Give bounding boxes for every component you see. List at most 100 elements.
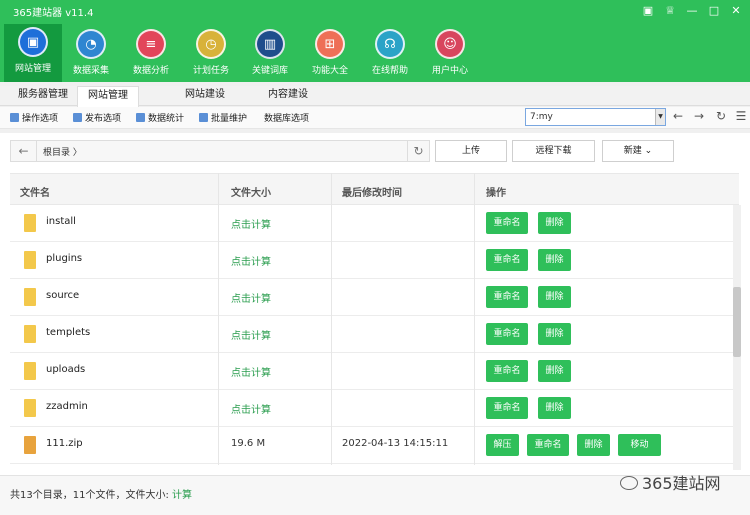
sub-database-options[interactable]: 数据库选项 <box>264 111 309 124</box>
rename-button[interactable]: 重命名 <box>486 249 528 271</box>
calculate-link[interactable]: 计算 <box>172 490 192 501</box>
toolbar-online-help[interactable]: ☊ 在线帮助 <box>361 26 419 80</box>
tab-content-build[interactable]: 内容建设 <box>258 86 318 106</box>
file-name[interactable]: source <box>46 290 79 301</box>
skin-icon[interactable]: ▣ <box>640 3 656 19</box>
toolbar-keyword-library[interactable]: ▥ 关键词库 <box>241 26 299 80</box>
toolbar-user-center[interactable]: ☺ 用户中心 <box>421 26 479 80</box>
maximize-icon[interactable]: □ <box>706 3 722 19</box>
toolbar-website-manage[interactable]: ▣ 网站管理 <box>4 24 62 82</box>
chevron-down-icon[interactable]: ▼ <box>655 109 665 125</box>
refresh-icon[interactable]: ↻ <box>713 108 729 124</box>
table-row[interactable]: install 点击计算 重命名 删除 <box>10 205 739 242</box>
file-size-calc[interactable]: 点击计算 <box>231 216 271 231</box>
sub-batch-maintain[interactable]: 批量维护 <box>199 111 247 124</box>
rename-button[interactable]: 重命名 <box>486 323 528 345</box>
move-button[interactable]: 移动 <box>618 434 661 456</box>
table-row[interactable]: uploads 点击计算 重命名 删除 <box>10 353 739 390</box>
tab-website-manage[interactable]: 网站管理 <box>77 86 139 107</box>
extract-button[interactable]: 解压 <box>486 434 519 456</box>
delete-button[interactable]: 删除 <box>538 286 571 308</box>
file-size: 19.6 M <box>231 438 266 449</box>
delete-button[interactable]: 删除 <box>538 397 571 419</box>
toolbar-all-features[interactable]: ⊞ 功能大全 <box>301 26 359 80</box>
table-row[interactable]: 111.zip 19.6 M 2022-04-13 14:15:11 解压 重命… <box>10 427 739 464</box>
file-size-calc[interactable]: 点击计算 <box>231 364 271 379</box>
delete-button[interactable]: 删除 <box>577 434 610 456</box>
toolbar-label: 计划任务 <box>192 66 229 76</box>
table-row[interactable]: source 点击计算 重命名 删除 <box>10 279 739 316</box>
rename-button[interactable]: 重命名 <box>527 434 569 456</box>
file-name[interactable]: install <box>46 216 76 227</box>
table-row[interactable]: plugins 点击计算 重命名 删除 <box>10 242 739 279</box>
stats-icon <box>136 113 145 122</box>
table-row[interactable]: zzadmin 点击计算 重命名 删除 <box>10 390 739 427</box>
menu-icon[interactable]: ☰ <box>733 108 749 124</box>
sub-data-stats[interactable]: 数据统计 <box>136 111 184 124</box>
toolbar-label: 数据采集 <box>72 66 109 76</box>
rename-button[interactable]: 重命名 <box>486 212 528 234</box>
sub-operation-options[interactable]: 操作选项 <box>10 111 58 124</box>
maintain-icon <box>199 113 208 122</box>
remote-download-button[interactable]: 远程下载 <box>512 140 595 162</box>
status-text: 共13个目录，11个文件，文件大小: 计算 <box>10 486 192 501</box>
rename-button[interactable]: 重命名 <box>486 397 528 419</box>
new-button[interactable]: 新建 ⌄ <box>602 140 674 162</box>
column-divider <box>474 173 475 465</box>
upload-button[interactable]: 上传 <box>435 140 507 162</box>
toolbar-label: 关键词库 <box>251 66 288 76</box>
delete-button[interactable]: 删除 <box>538 212 571 234</box>
database-icon: ≡ <box>136 29 166 59</box>
tab-server-manage[interactable]: 服务器管理 <box>8 86 78 106</box>
user-icon: ☺ <box>435 29 465 59</box>
close-icon[interactable]: ✕ <box>728 3 744 19</box>
path-back-icon[interactable]: ← <box>11 141 37 161</box>
file-size-calc[interactable]: 点击计算 <box>231 253 271 268</box>
toolbar-data-analysis[interactable]: ≡ 数据分析 <box>122 26 180 80</box>
file-size-calc[interactable]: 点击计算 <box>231 290 271 305</box>
folder-icon <box>24 251 36 269</box>
column-divider <box>218 173 219 465</box>
title-bar: 365建站器 v11.4 ▣ ♕ — □ ✕ <box>0 0 750 22</box>
status-summary: 共13个目录，11个文件，文件大小: <box>10 490 169 501</box>
book-icon: ▥ <box>255 29 285 59</box>
delete-button[interactable]: 删除 <box>538 249 571 271</box>
header-filesize: 文件大小 <box>231 188 271 199</box>
vip-icon[interactable]: ♕ <box>662 3 678 19</box>
folder-icon <box>24 362 36 380</box>
zip-file-icon <box>24 436 36 454</box>
column-divider <box>331 173 332 465</box>
folder-icon <box>24 214 36 232</box>
file-name[interactable]: templets <box>46 327 90 338</box>
file-name[interactable]: zzadmin <box>46 401 88 412</box>
tab-website-build[interactable]: 网站建设 <box>175 86 235 106</box>
file-size-calc[interactable]: 点击计算 <box>231 401 271 416</box>
forward-arrow-icon[interactable]: → <box>691 108 707 124</box>
rename-button[interactable]: 重命名 <box>486 360 528 382</box>
table-header: 文件名 文件大小 最后修改时间 操作 <box>10 173 739 205</box>
file-name[interactable]: plugins <box>46 253 82 264</box>
file-size-calc[interactable]: 点击计算 <box>231 327 271 342</box>
breadcrumb[interactable]: 根目录 〉 <box>43 145 82 158</box>
delete-button[interactable]: 删除 <box>538 323 571 345</box>
sub-publish-options[interactable]: 发布选项 <box>73 111 121 124</box>
site-select[interactable]: 7:my ▼ <box>525 108 666 126</box>
sub-label: 数据统计 <box>148 114 185 124</box>
header-actions: 操作 <box>486 188 506 199</box>
table-row[interactable]: templets 点击计算 重命名 删除 <box>10 316 739 353</box>
toolbar-label: 数据分析 <box>132 66 169 76</box>
delete-button[interactable]: 删除 <box>538 360 571 382</box>
back-arrow-icon[interactable]: ← <box>670 108 686 124</box>
scrollbar-thumb[interactable] <box>733 287 741 357</box>
folder-icon <box>24 288 36 306</box>
file-name[interactable]: uploads <box>46 364 85 375</box>
toolbar-data-collect[interactable]: ◔ 数据采集 <box>62 26 120 80</box>
path-refresh-icon[interactable]: ↻ <box>407 141 429 161</box>
sub-label: 发布选项 <box>85 114 122 124</box>
toolbar-scheduled-tasks[interactable]: ◷ 计划任务 <box>182 26 240 80</box>
window-title: 365建站器 v11.4 <box>13 8 94 19</box>
file-name[interactable]: 111.zip <box>46 438 83 449</box>
minimize-icon[interactable]: — <box>684 3 700 19</box>
edge-icon: ◔ <box>76 29 106 59</box>
rename-button[interactable]: 重命名 <box>486 286 528 308</box>
